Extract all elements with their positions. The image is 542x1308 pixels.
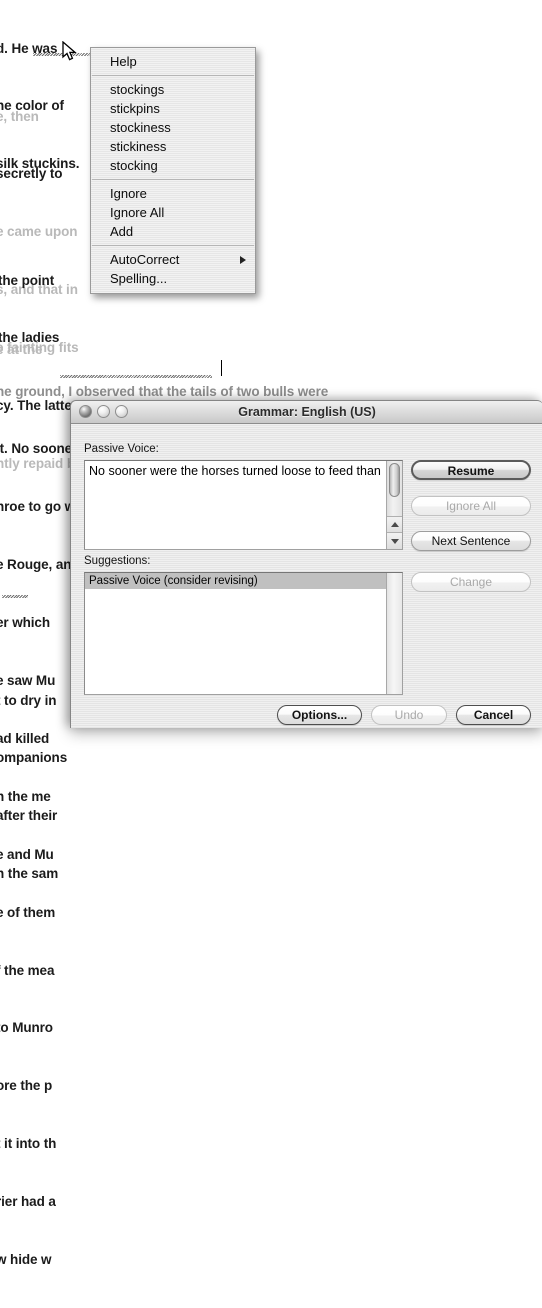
menu-item-ignore[interactable]: Ignore <box>91 184 255 203</box>
dialog-title: Grammar: English (US) <box>238 405 376 419</box>
options-button[interactable]: Options... <box>277 705 362 725</box>
spelling-context-menu[interactable]: Help stockings stickpins stockiness stic… <box>90 47 256 294</box>
menu-item-suggestion-stockiness[interactable]: stockiness <box>91 118 255 137</box>
suggestions-list-box[interactable]: Passive Voice (consider revising) <box>84 572 403 695</box>
doc-line: f the mea <box>0 962 55 978</box>
doc-line: secretly to <box>0 166 63 182</box>
menu-item-suggestion-stocking[interactable]: stocking <box>91 156 255 175</box>
doc-line: he ground, I observed that the tails of … <box>0 383 329 399</box>
doc-line: w hide w <box>0 1251 52 1267</box>
scrollbar-thumb[interactable] <box>389 463 400 497</box>
menu-separator <box>92 179 254 180</box>
suggestions-label: Suggestions: <box>84 555 151 567</box>
suggestions-scrollbar[interactable] <box>386 573 402 694</box>
grammar-dialog[interactable]: Grammar: English (US) Passive Voice: No … <box>70 400 542 728</box>
error-text: No sooner were the horses turned loose t… <box>89 464 381 478</box>
next-sentence-button[interactable]: Next Sentence <box>411 531 531 551</box>
menu-item-help[interactable]: Help <box>91 52 255 71</box>
doc-line: e, then <box>0 108 39 124</box>
menu-item-spelling[interactable]: Spelling... <box>91 269 255 288</box>
menu-item-suggestion-stickiness[interactable]: stickiness <box>91 137 255 156</box>
scroll-down-button[interactable] <box>387 532 402 549</box>
doc-line: t to dry in <box>0 692 57 708</box>
doc-line: to Munro <box>0 1020 53 1036</box>
doc-line: ompanions <box>0 750 68 766</box>
doc-line: after their <box>0 808 58 824</box>
passive-voice-label: Passive Voice: <box>84 443 159 455</box>
submenu-arrow-icon <box>240 255 246 264</box>
error-text-box[interactable]: No sooner were the horses turned loose t… <box>84 460 403 550</box>
doc-line: n the sam <box>0 866 59 882</box>
menu-separator <box>92 245 254 246</box>
menu-item-autocorrect[interactable]: AutoCorrect <box>91 250 255 269</box>
menu-item-suggestion-stickpins[interactable]: stickpins <box>91 99 255 118</box>
menu-item-ignore-all[interactable]: Ignore All <box>91 203 255 222</box>
scroll-up-button[interactable] <box>387 516 402 533</box>
mouse-cursor-icon <box>62 40 78 68</box>
error-text-scrollbar[interactable] <box>386 461 402 549</box>
text-caret <box>221 360 222 376</box>
cancel-button[interactable]: Cancel <box>456 705 531 725</box>
dialog-titlebar[interactable]: Grammar: English (US) <box>71 401 542 424</box>
suggestion-list-item[interactable]: Passive Voice (consider revising) <box>85 573 387 589</box>
doc-paragraph: t to dry in ompanions after their n the … <box>0 652 67 922</box>
menu-separator <box>92 75 254 76</box>
doc-line: the point <box>0 272 55 288</box>
doc-line: ore the p <box>0 1078 53 1094</box>
doc-line: rier had a <box>0 1194 56 1210</box>
ignore-all-button[interactable]: Ignore All <box>411 496 531 516</box>
grammar-error-underline <box>60 375 212 378</box>
chevron-down-icon <box>390 539 399 544</box>
menu-item-label: AutoCorrect <box>110 252 180 267</box>
menu-item-add[interactable]: Add <box>91 222 255 241</box>
dialog-body: Passive Voice: No sooner were the horses… <box>71 424 542 728</box>
change-button[interactable]: Change <box>411 572 531 592</box>
undo-button[interactable]: Undo <box>371 705 447 725</box>
menu-item-suggestion-stockings[interactable]: stockings <box>91 80 255 99</box>
chevron-up-icon <box>390 522 399 527</box>
resume-button[interactable]: Resume <box>411 460 531 480</box>
doc-line: t it into th <box>0 1136 57 1152</box>
spelling-error-underline <box>2 595 28 598</box>
